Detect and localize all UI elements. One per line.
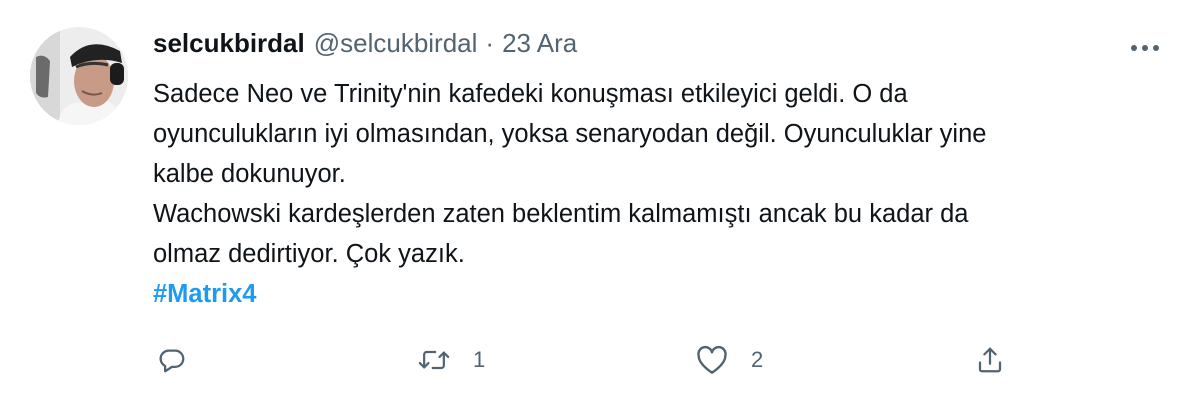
tweet-header: selcukbirdal @selcukbirdal · 23 Ara	[153, 28, 1163, 68]
tweet-actions: 1 2	[155, 338, 1035, 382]
separator-dot: ·	[485, 28, 495, 58]
tweet-text: Sadece Neo ve Trinity'nin kafedeki konuş…	[153, 74, 1163, 314]
tweet-date[interactable]: 23 Ara	[502, 28, 577, 59]
author-handle[interactable]: @selcukbirdal	[314, 28, 478, 59]
more-options-icon[interactable]	[1127, 30, 1163, 66]
retweet-count: 1	[473, 347, 486, 372]
like-count: 2	[751, 347, 764, 372]
tweet-card[interactable]: selcukbirdal @selcukbirdal · 23 Ara Sade…	[0, 0, 1200, 412]
avatar[interactable]	[30, 27, 128, 125]
share-icon	[973, 343, 1007, 377]
tweet-text-line: Sadece Neo ve Trinity'nin kafedeki konuş…	[153, 80, 908, 108]
tweet-text-line: kalbe dokunuyor.	[153, 160, 346, 188]
reply-icon	[155, 343, 189, 377]
retweet-icon	[417, 343, 451, 377]
reply-button[interactable]	[155, 338, 211, 382]
retweet-button[interactable]: 1	[417, 338, 485, 382]
avatar-image	[30, 27, 128, 125]
like-button[interactable]: 2	[695, 338, 763, 382]
heart-icon	[695, 343, 729, 377]
tweet-text-line: olmaz dedirtiyor. Çok yazık.	[153, 240, 465, 268]
tweet-text-line: oyunculukların iyi olmasından, yoksa sen…	[153, 120, 987, 148]
share-button[interactable]	[973, 338, 1007, 382]
tweet-content: selcukbirdal @selcukbirdal · 23 Ara Sade…	[153, 28, 1163, 314]
hashtag-link[interactable]: #Matrix4	[153, 274, 256, 314]
author-name[interactable]: selcukbirdal	[153, 28, 305, 59]
tweet-text-line: Wachowski kardeşlerden zaten beklentim k…	[153, 200, 969, 228]
